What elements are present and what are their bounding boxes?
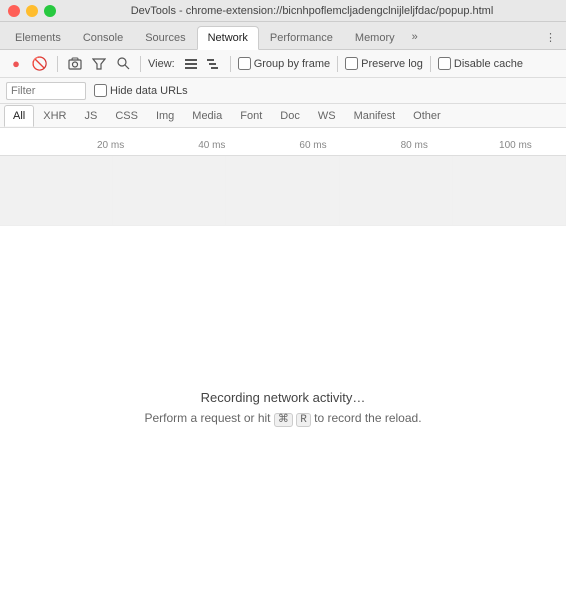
group-by-frame-checkbox[interactable]: Group by frame (238, 57, 330, 70)
list-view-button[interactable] (181, 54, 201, 74)
empty-state: Recording network activity… Perform a re… (0, 226, 566, 590)
tab-performance[interactable]: Performance (259, 25, 344, 49)
stop-button[interactable]: 🚫 (30, 54, 50, 74)
resource-type-tabs: All XHR JS CSS Img Media Font Doc WS Man… (0, 104, 566, 128)
search-button[interactable] (113, 54, 133, 74)
window-controls (8, 5, 56, 17)
maximize-button[interactable] (44, 5, 56, 17)
separator-2 (140, 56, 141, 72)
view-label: View: (148, 58, 175, 70)
tab-console[interactable]: Console (72, 25, 134, 49)
title-bar: DevTools - chrome-extension://bicnhpofle… (0, 0, 566, 22)
r-key: R (296, 413, 311, 427)
tick-2: 40 ms (161, 140, 262, 151)
tab-elements[interactable]: Elements (4, 25, 72, 49)
disable-cache-checkbox[interactable]: Disable cache (438, 57, 523, 70)
tab-bar: Elements Console Sources Network Perform… (0, 22, 566, 50)
timeline-col-2 (113, 156, 226, 225)
minimize-button[interactable] (26, 5, 38, 17)
type-tab-media[interactable]: Media (183, 105, 231, 127)
timeline-col-5 (453, 156, 566, 225)
filter-bar: Hide data URLs (0, 78, 566, 104)
tab-memory[interactable]: Memory (344, 25, 406, 49)
type-tab-doc[interactable]: Doc (271, 105, 309, 127)
hide-data-urls-input[interactable] (94, 84, 107, 97)
type-tab-font[interactable]: Font (231, 105, 271, 127)
window-title: DevTools - chrome-extension://bicnhpofle… (66, 5, 558, 17)
hide-data-urls-checkbox[interactable]: Hide data URLs (94, 84, 188, 97)
separator-1 (57, 56, 58, 72)
type-tab-all[interactable]: All (4, 105, 34, 127)
tick-5: 100 ms (465, 140, 566, 151)
type-tab-xhr[interactable]: XHR (34, 105, 75, 127)
tick-1: 20 ms (60, 140, 161, 151)
waterfall-view-button[interactable] (203, 54, 223, 74)
instruction-text: Perform a request or hit ⌘ R to record t… (144, 411, 421, 426)
type-tab-other[interactable]: Other (404, 105, 450, 127)
preserve-log-input[interactable] (345, 57, 358, 70)
type-tab-ws[interactable]: WS (309, 105, 345, 127)
tab-sources[interactable]: Sources (134, 25, 196, 49)
type-tab-js[interactable]: JS (75, 105, 106, 127)
record-button[interactable]: ● (6, 54, 26, 74)
close-button[interactable] (8, 5, 20, 17)
type-tab-img[interactable]: Img (147, 105, 183, 127)
timeline-col-3 (226, 156, 339, 225)
view-toggle (181, 54, 223, 74)
tick-3: 60 ms (262, 140, 363, 151)
separator-5 (430, 56, 431, 72)
timeline-col-4 (340, 156, 453, 225)
tab-overflow-button[interactable]: » (406, 25, 424, 49)
tick-4: 80 ms (364, 140, 465, 151)
timeline-header: 20 ms 40 ms 60 ms 80 ms 100 ms (0, 128, 566, 156)
timeline-col-1 (0, 156, 113, 225)
devtools-menu-button[interactable]: ⋮ (539, 25, 562, 49)
filter-input[interactable] (6, 82, 86, 100)
camera-button[interactable] (65, 54, 85, 74)
network-toolbar: ● 🚫 View: (0, 50, 566, 78)
separator-3 (230, 56, 231, 72)
group-by-frame-input[interactable] (238, 57, 251, 70)
recording-message: Recording network activity… Perform a re… (144, 390, 421, 426)
cmd-key: ⌘ (274, 413, 293, 427)
disable-cache-input[interactable] (438, 57, 451, 70)
type-tab-manifest[interactable]: Manifest (345, 105, 405, 127)
timeline-grid (0, 156, 566, 226)
tab-network[interactable]: Network (197, 26, 259, 50)
type-tab-css[interactable]: CSS (106, 105, 147, 127)
filter-button[interactable] (89, 54, 109, 74)
recording-text: Recording network activity… (201, 390, 366, 405)
separator-4 (337, 56, 338, 72)
preserve-log-checkbox[interactable]: Preserve log (345, 57, 423, 70)
